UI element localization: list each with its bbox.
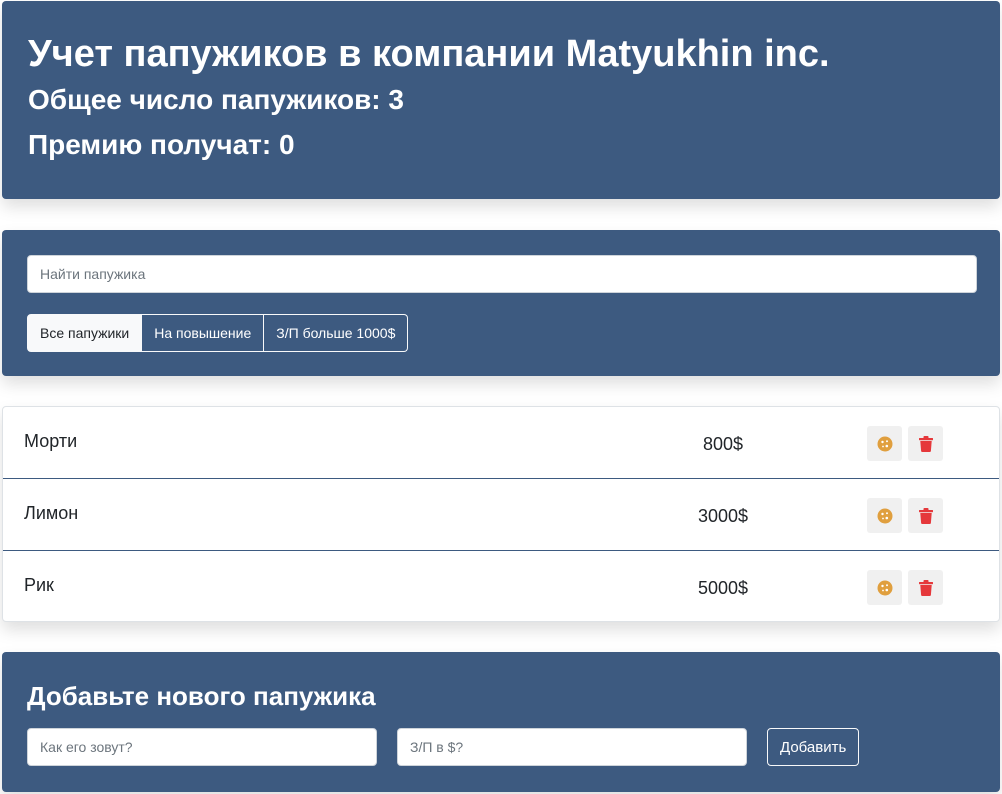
employee-name[interactable]: Морти [24,431,77,452]
promote-button[interactable] [867,498,902,533]
employee-salary[interactable]: 3000$ [663,506,783,527]
delete-button[interactable] [908,426,943,461]
add-form-row: Добавить [27,728,976,766]
cookie-icon [877,436,892,451]
promote-button[interactable] [867,426,902,461]
app-header: Учет папужиков в компании Matyukhin inc.… [2,1,1000,199]
trash-icon [918,435,933,452]
employee-name[interactable]: Рик [24,575,54,596]
employee-salary[interactable]: 5000$ [663,578,783,599]
employee-salary[interactable]: 800$ [663,434,783,455]
cookie-icon [877,508,892,523]
add-button[interactable]: Добавить [767,728,860,766]
add-form-title: Добавьте нового папужика [27,681,376,711]
delete-button[interactable] [908,570,943,605]
bonus-count: Премию получат: 0 [28,129,295,160]
app-title: Учет папужиков в компании Matyukhin inc. [28,33,830,75]
promote-button[interactable] [867,570,902,605]
total-count: Общее число папужиков: 3 [28,84,404,115]
cookie-icon [877,580,892,595]
delete-button[interactable] [908,498,943,533]
filter-group: Все папужики На повышение З/П больше 100… [27,314,976,352]
employee-name[interactable]: Лимон [24,503,78,524]
list-item: Морти 800$ [3,407,999,479]
salary-input[interactable] [397,728,747,766]
filter-all-button[interactable]: Все папужики [27,314,143,352]
add-form: Добавьте нового папужика Добавить [2,652,1000,792]
name-input[interactable] [27,728,377,766]
trash-icon [918,579,933,596]
employee-list: Морти 800$ Лимон 3000$ Рик 5000$ [2,406,1000,622]
filter-promotion-button[interactable]: На повышение [142,314,265,352]
trash-icon [918,507,933,524]
search-panel: Все папужики На повышение З/П больше 100… [2,230,1000,376]
filter-salary-button[interactable]: З/П больше 1000$ [264,314,409,352]
search-input[interactable] [27,255,977,293]
list-item: Рик 5000$ [3,551,999,621]
list-item: Лимон 3000$ [3,479,999,551]
